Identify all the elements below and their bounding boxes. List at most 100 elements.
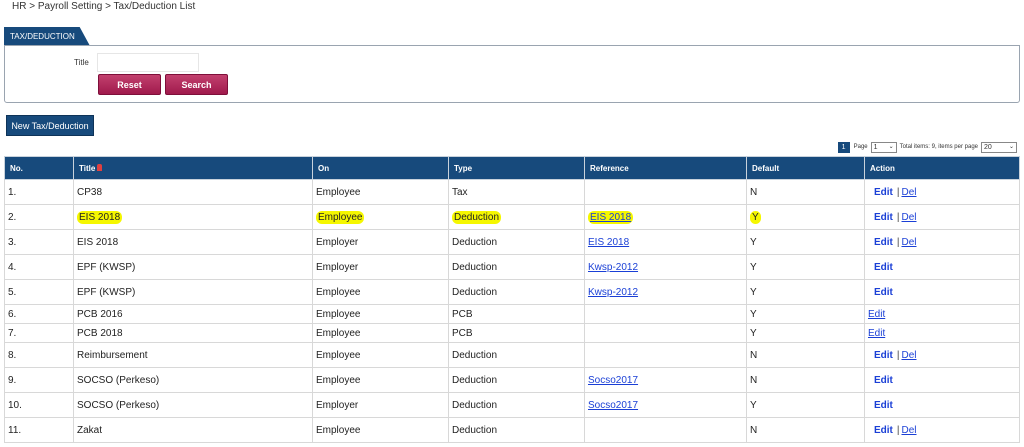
row-default: Y [750,236,757,248]
reset-button[interactable]: Reset [98,74,161,95]
cell-title: EPF (KWSP) [73,279,313,305]
reference-link[interactable]: Kwsp-2012 [588,287,638,298]
cell-type: PCB [448,323,585,343]
delete-link[interactable]: Del [902,187,917,198]
row-title: SOCSO (Perkeso) [77,374,160,386]
edit-link[interactable]: Edit [874,212,893,223]
delete-link[interactable]: Del [902,237,917,248]
title-filter-input[interactable] [97,53,199,72]
edit-link[interactable]: Edit [874,425,893,436]
col-header-action: Action [864,156,1020,180]
row-type: Deduction [452,286,498,298]
row-title: SOCSO (Perkeso) [77,399,160,411]
cell-default: Y [746,204,865,230]
row-type: PCB [452,308,473,320]
col-header-no: No. [4,156,74,180]
row-type: PCB [452,327,473,339]
row-on: Employee [316,286,361,298]
new-tax-deduction-button[interactable]: New Tax/Deduction [6,115,94,136]
row-title: EPF (KWSP) [77,261,136,273]
page-label: Page [853,144,868,150]
delete-link[interactable]: Del [902,212,917,223]
edit-link[interactable]: Edit [868,328,885,339]
cell-title: EPF (KWSP) [73,254,313,280]
cell-reference [584,179,747,205]
row-title: EIS 2018 [77,236,119,248]
breadcrumb: HR > Payroll Setting > Tax/Deduction Lis… [12,1,196,12]
edit-link[interactable]: Edit [868,309,885,320]
row-type: Tax [452,186,468,198]
row-default: N [750,424,758,436]
delete-link[interactable]: Del [902,350,917,361]
reference-link[interactable]: EIS 2018 [588,237,629,248]
cell-title: EIS 2018 [73,204,313,230]
edit-link[interactable]: Edit [874,375,893,386]
cell-on: Employee [312,323,449,343]
edit-link[interactable]: Edit [874,350,893,361]
cell-no: 3. [4,229,74,255]
row-number: 4. [8,261,17,273]
delete-link[interactable]: Del [902,425,917,436]
cell-reference: EIS 2018 [584,229,747,255]
edit-link[interactable]: Edit [874,400,893,411]
row-default: N [750,374,758,386]
cell-title: PCB 2018 [73,323,313,343]
current-page-indicator[interactable]: 1 [837,141,850,153]
cell-action: Edit | Del [864,179,1020,205]
cell-type: Deduction [448,417,585,443]
row-on: Employee [316,349,361,361]
cell-type: Deduction [448,367,585,393]
reference-link[interactable]: EIS 2018 [590,212,631,223]
edit-link[interactable]: Edit [874,187,893,198]
cell-action: Edit [864,279,1020,305]
cell-action: Edit [864,367,1020,393]
row-number: 8. [8,349,17,361]
row-default: Y [750,261,757,273]
page-select[interactable]: 1 ⌄ [870,141,897,153]
pager: 1 Page 1 ⌄ Total items: 9, items per pag… [837,141,1020,153]
row-on: Employee [316,327,361,339]
col-header-title[interactable]: Title [73,156,313,180]
total-items-text: Total items: 9, items per page [899,144,978,150]
table-row: 2. EIS 2018 Employee Deduction EIS 2018 Y Edit… [4,204,1020,230]
row-number: 1. [8,186,17,198]
cell-type: Deduction [448,392,585,418]
row-number: 7. [8,327,17,339]
cell-reference: Socso2017 [584,392,747,418]
edit-link[interactable]: Edit [874,287,893,298]
table-row: 5. EPF (KWSP) Employee Deduction Kwsp-2012 Y E… [4,279,1020,305]
cell-type: PCB [448,304,585,324]
row-title: EPF (KWSP) [77,286,136,298]
table-row: 1. CP38 Employee Tax N Edit | Del [4,179,1020,205]
title-filter-label: Title [74,58,89,67]
sort-icon[interactable] [97,163,103,171]
cell-action: Edit [864,304,1020,324]
row-number: 3. [8,236,17,248]
cell-no: 10. [4,392,74,418]
row-on: Employee [316,374,361,386]
cell-action: Edit [864,392,1020,418]
row-number: 11. [8,424,22,436]
edit-link[interactable]: Edit [874,262,893,273]
cell-default: N [746,342,865,368]
tab-tax-deduction[interactable]: TAX/DEDUCTION [4,27,90,46]
cell-on: Employee [312,304,449,324]
cell-default: Y [746,254,865,280]
edit-link[interactable]: Edit [874,237,893,248]
cell-title: CP38 [73,179,313,205]
cell-title: PCB 2016 [73,304,313,324]
cell-reference [584,342,747,368]
cell-action: Edit [864,254,1020,280]
cell-action: Edit | Del [864,342,1020,368]
reference-link[interactable]: Socso2017 [588,375,638,386]
reference-link[interactable]: Kwsp-2012 [588,262,638,273]
cell-on: Employer [312,254,449,280]
reference-link[interactable]: Socso2017 [588,400,638,411]
per-page-select[interactable]: 20 ⌄ [981,141,1017,153]
search-button[interactable]: Search [165,74,228,95]
tax-deduction-table: No. Title On Type Reference Default Acti… [4,156,1020,443]
action-separator: | [896,236,900,248]
row-default: Y [750,399,757,411]
row-default: Y [750,327,757,339]
cell-type: Deduction [448,342,585,368]
